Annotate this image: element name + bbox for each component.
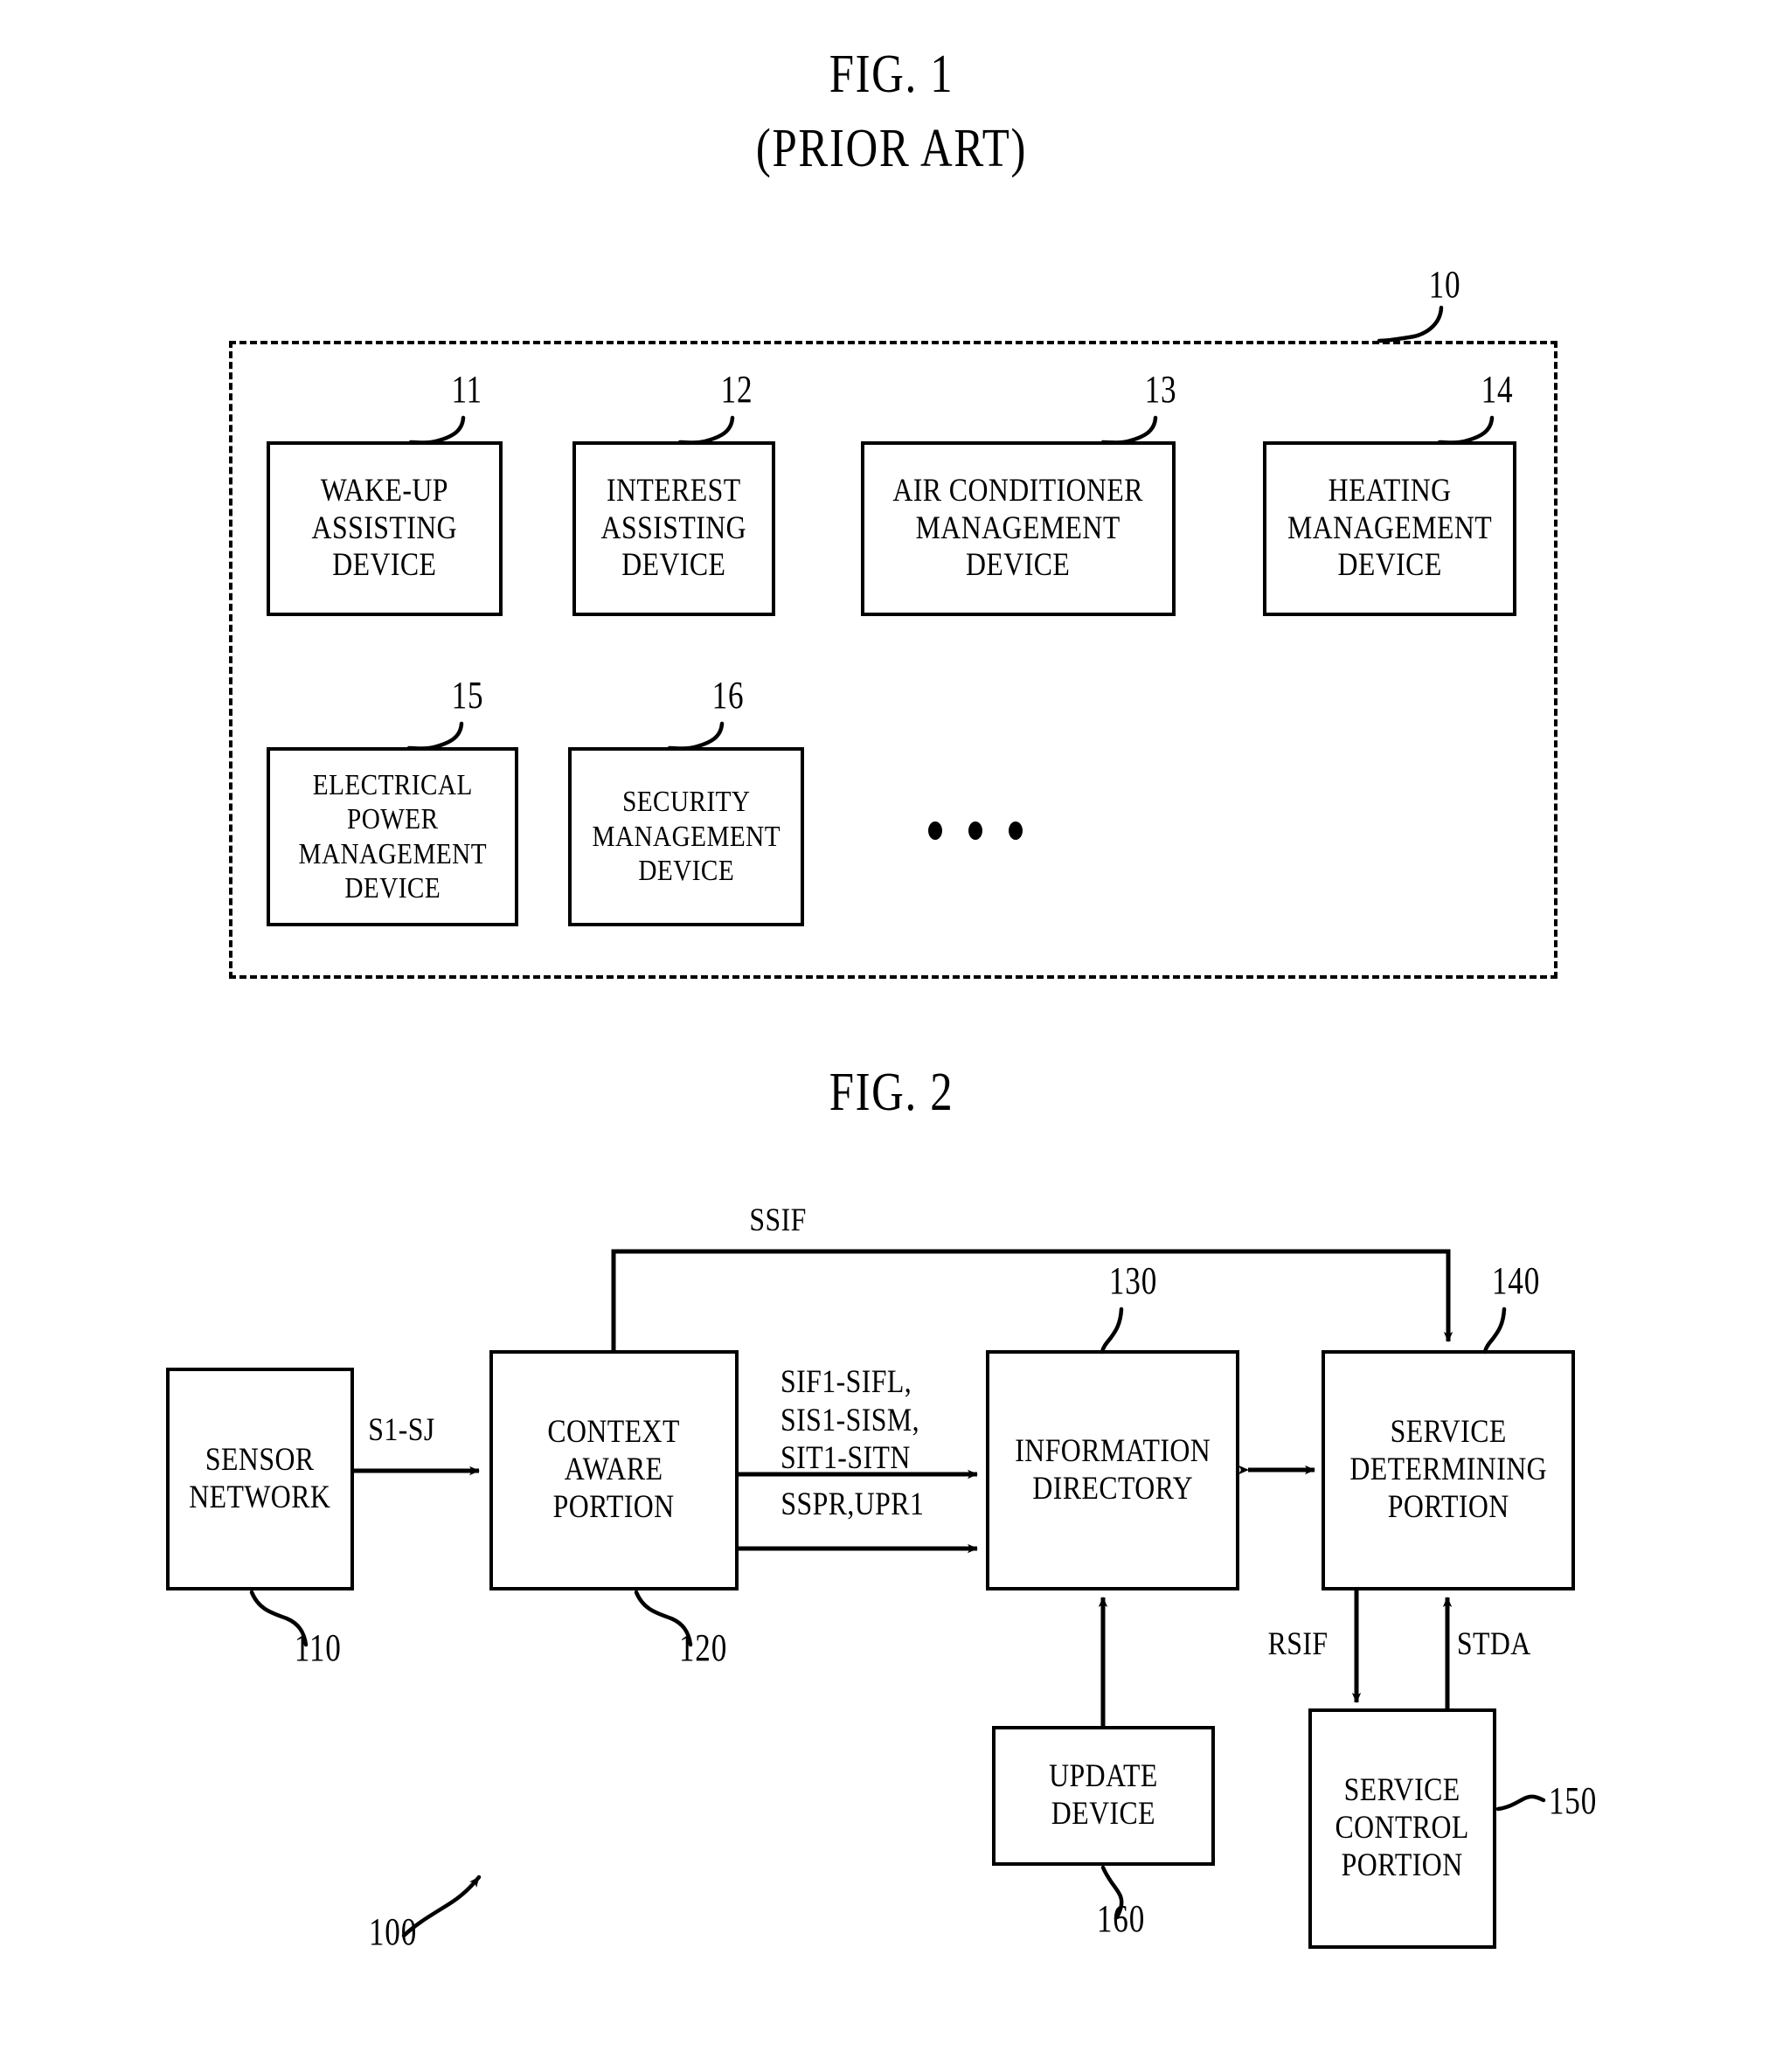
fig2-signal-rsif: RSIF xyxy=(1267,1626,1329,1662)
fig1-box-label-15: ELECTRICAL POWER MANAGEMENT DEVICE xyxy=(298,768,487,904)
fig2-ref-160: 160 xyxy=(1096,1897,1146,1940)
fig1-box-label-16: SECURITY MANAGEMENT DEVICE xyxy=(592,786,780,888)
fig2-box-context-aware-portion: CONTEXT AWARE PORTION xyxy=(489,1350,739,1590)
fig2-box-service-control-portion: SERVICE CONTROL PORTION xyxy=(1308,1708,1496,1949)
fig2-signal-ssif: SSIF xyxy=(749,1202,807,1238)
fig2-box-label-120: CONTEXT AWARE PORTION xyxy=(547,1414,681,1525)
leader-150 xyxy=(1495,1794,1546,1812)
fig2-box-label-130: INFORMATION DIRECTORY xyxy=(1015,1432,1211,1507)
ellipsis-dot xyxy=(1009,821,1023,840)
fig2-ref-150: 150 xyxy=(1548,1779,1598,1822)
fig1-ref-16: 16 xyxy=(711,674,745,717)
fig2-box-label-110: SENSOR NETWORK xyxy=(189,1441,331,1515)
fig2-ref-140: 140 xyxy=(1491,1259,1541,1302)
fig1-ref-14: 14 xyxy=(1481,368,1514,411)
fig2-box-information-directory: INFORMATION DIRECTORY xyxy=(986,1350,1239,1590)
fig2-ref-120: 120 xyxy=(678,1626,728,1669)
fig2-ref-100: 100 xyxy=(368,1910,418,1953)
fig1-box-heating-management-device: HEATING MANAGEMENT DEVICE xyxy=(1263,441,1516,616)
ellipsis-dot xyxy=(928,821,942,840)
fig2-box-service-determining-portion: SERVICE DETERMINING PORTION xyxy=(1322,1350,1575,1590)
fig1-box-label-13: AIR CONDITIONER MANAGEMENT DEVICE xyxy=(892,472,1144,584)
fig1-ref-10: 10 xyxy=(1428,263,1461,306)
fig1-ellipsis xyxy=(928,821,1023,840)
fig1-box-electrical-power-management-device: ELECTRICAL POWER MANAGEMENT DEVICE xyxy=(267,747,518,926)
fig2-ref-130: 130 xyxy=(1108,1259,1158,1302)
fig1-box-label-14: HEATING MANAGEMENT DEVICE xyxy=(1287,472,1493,584)
fig1-box-interest-assisting-device: INTEREST ASSISTING DEVICE xyxy=(572,441,775,616)
fig2-box-update-device: UPDATE DEVICE xyxy=(992,1726,1215,1866)
fig2-title: FIG. 2 xyxy=(829,1063,954,1122)
fig1-ref-12: 12 xyxy=(720,368,753,411)
fig1-box-air-conditioner-management-device: AIR CONDITIONER MANAGEMENT DEVICE xyxy=(861,441,1176,616)
fig1-ref-15: 15 xyxy=(451,674,484,717)
leader-10 xyxy=(1377,305,1444,343)
fig2-box-label-160: UPDATE DEVICE xyxy=(1049,1758,1158,1832)
fig1-ref-11: 11 xyxy=(451,368,482,411)
fig2-box-sensor-network: SENSOR NETWORK xyxy=(166,1368,354,1590)
fig1-ref-13: 13 xyxy=(1144,368,1177,411)
fig2-signal-s1-sj: S1-SJ xyxy=(368,1412,435,1448)
fig2-ref-110: 110 xyxy=(294,1626,342,1669)
fig2-signal-sspr-upr1: SSPR,UPR1 xyxy=(780,1486,925,1522)
fig2-signal-sif-sis-sit: SIF1-SIFL, SIS1-SISM, SIT1-SITN xyxy=(780,1364,919,1477)
connector-overlay xyxy=(249,305,1546,1938)
ellipsis-dot xyxy=(968,821,982,840)
fig1-title-line1: FIG. 1 xyxy=(829,45,954,104)
patent-drawing-sheet: FIG. 1 (PRIOR ART) 10 WAKE-UP ASSISTING … xyxy=(0,0,1783,2072)
leader-140 xyxy=(1482,1306,1507,1355)
fig1-box-label-12: INTEREST ASSISTING DEVICE xyxy=(600,472,747,584)
fig1-box-wake-up-assisting-device: WAKE-UP ASSISTING DEVICE xyxy=(267,441,503,616)
fig1-box-security-management-device: SECURITY MANAGEMENT DEVICE xyxy=(568,747,804,926)
wire-ssif xyxy=(611,1249,1453,1350)
fig2-box-label-140: SERVICE DETERMINING PORTION xyxy=(1349,1414,1547,1525)
fig2-box-label-150: SERVICE CONTROL PORTION xyxy=(1335,1772,1470,1883)
leader-130 xyxy=(1100,1306,1124,1355)
fig1-title-line2: (PRIOR ART) xyxy=(755,119,1028,178)
fig1-box-label-11: WAKE-UP ASSISTING DEVICE xyxy=(311,472,458,584)
fig2-signal-stda: STDA xyxy=(1456,1626,1531,1662)
